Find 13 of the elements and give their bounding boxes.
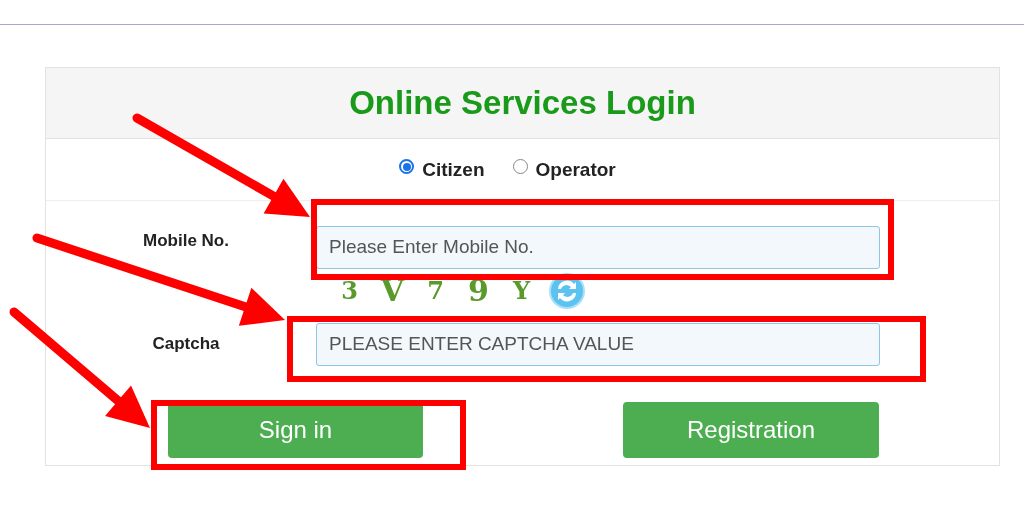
login-title: Online Services Login <box>349 84 696 122</box>
refresh-icon[interactable] <box>549 272 585 309</box>
captcha-character: 7 <box>426 276 445 305</box>
field-label: Mobile No. <box>142 231 230 251</box>
field-label: Captcha <box>151 334 221 354</box>
captcha-character: Y <box>511 276 532 305</box>
captcha-character: 3 <box>340 276 359 305</box>
radio-button[interactable] <box>399 159 415 174</box>
radio-option[interactable]: Citizen <box>399 158 485 181</box>
captcha-field[interactable]: PLEASE ENTER CAPTCHA VALUE <box>316 322 880 366</box>
radio-option[interactable]: Operator <box>512 158 616 181</box>
mobile-field[interactable]: Please Enter Mobile No. <box>316 225 880 269</box>
captcha-character: 9 <box>467 273 490 308</box>
